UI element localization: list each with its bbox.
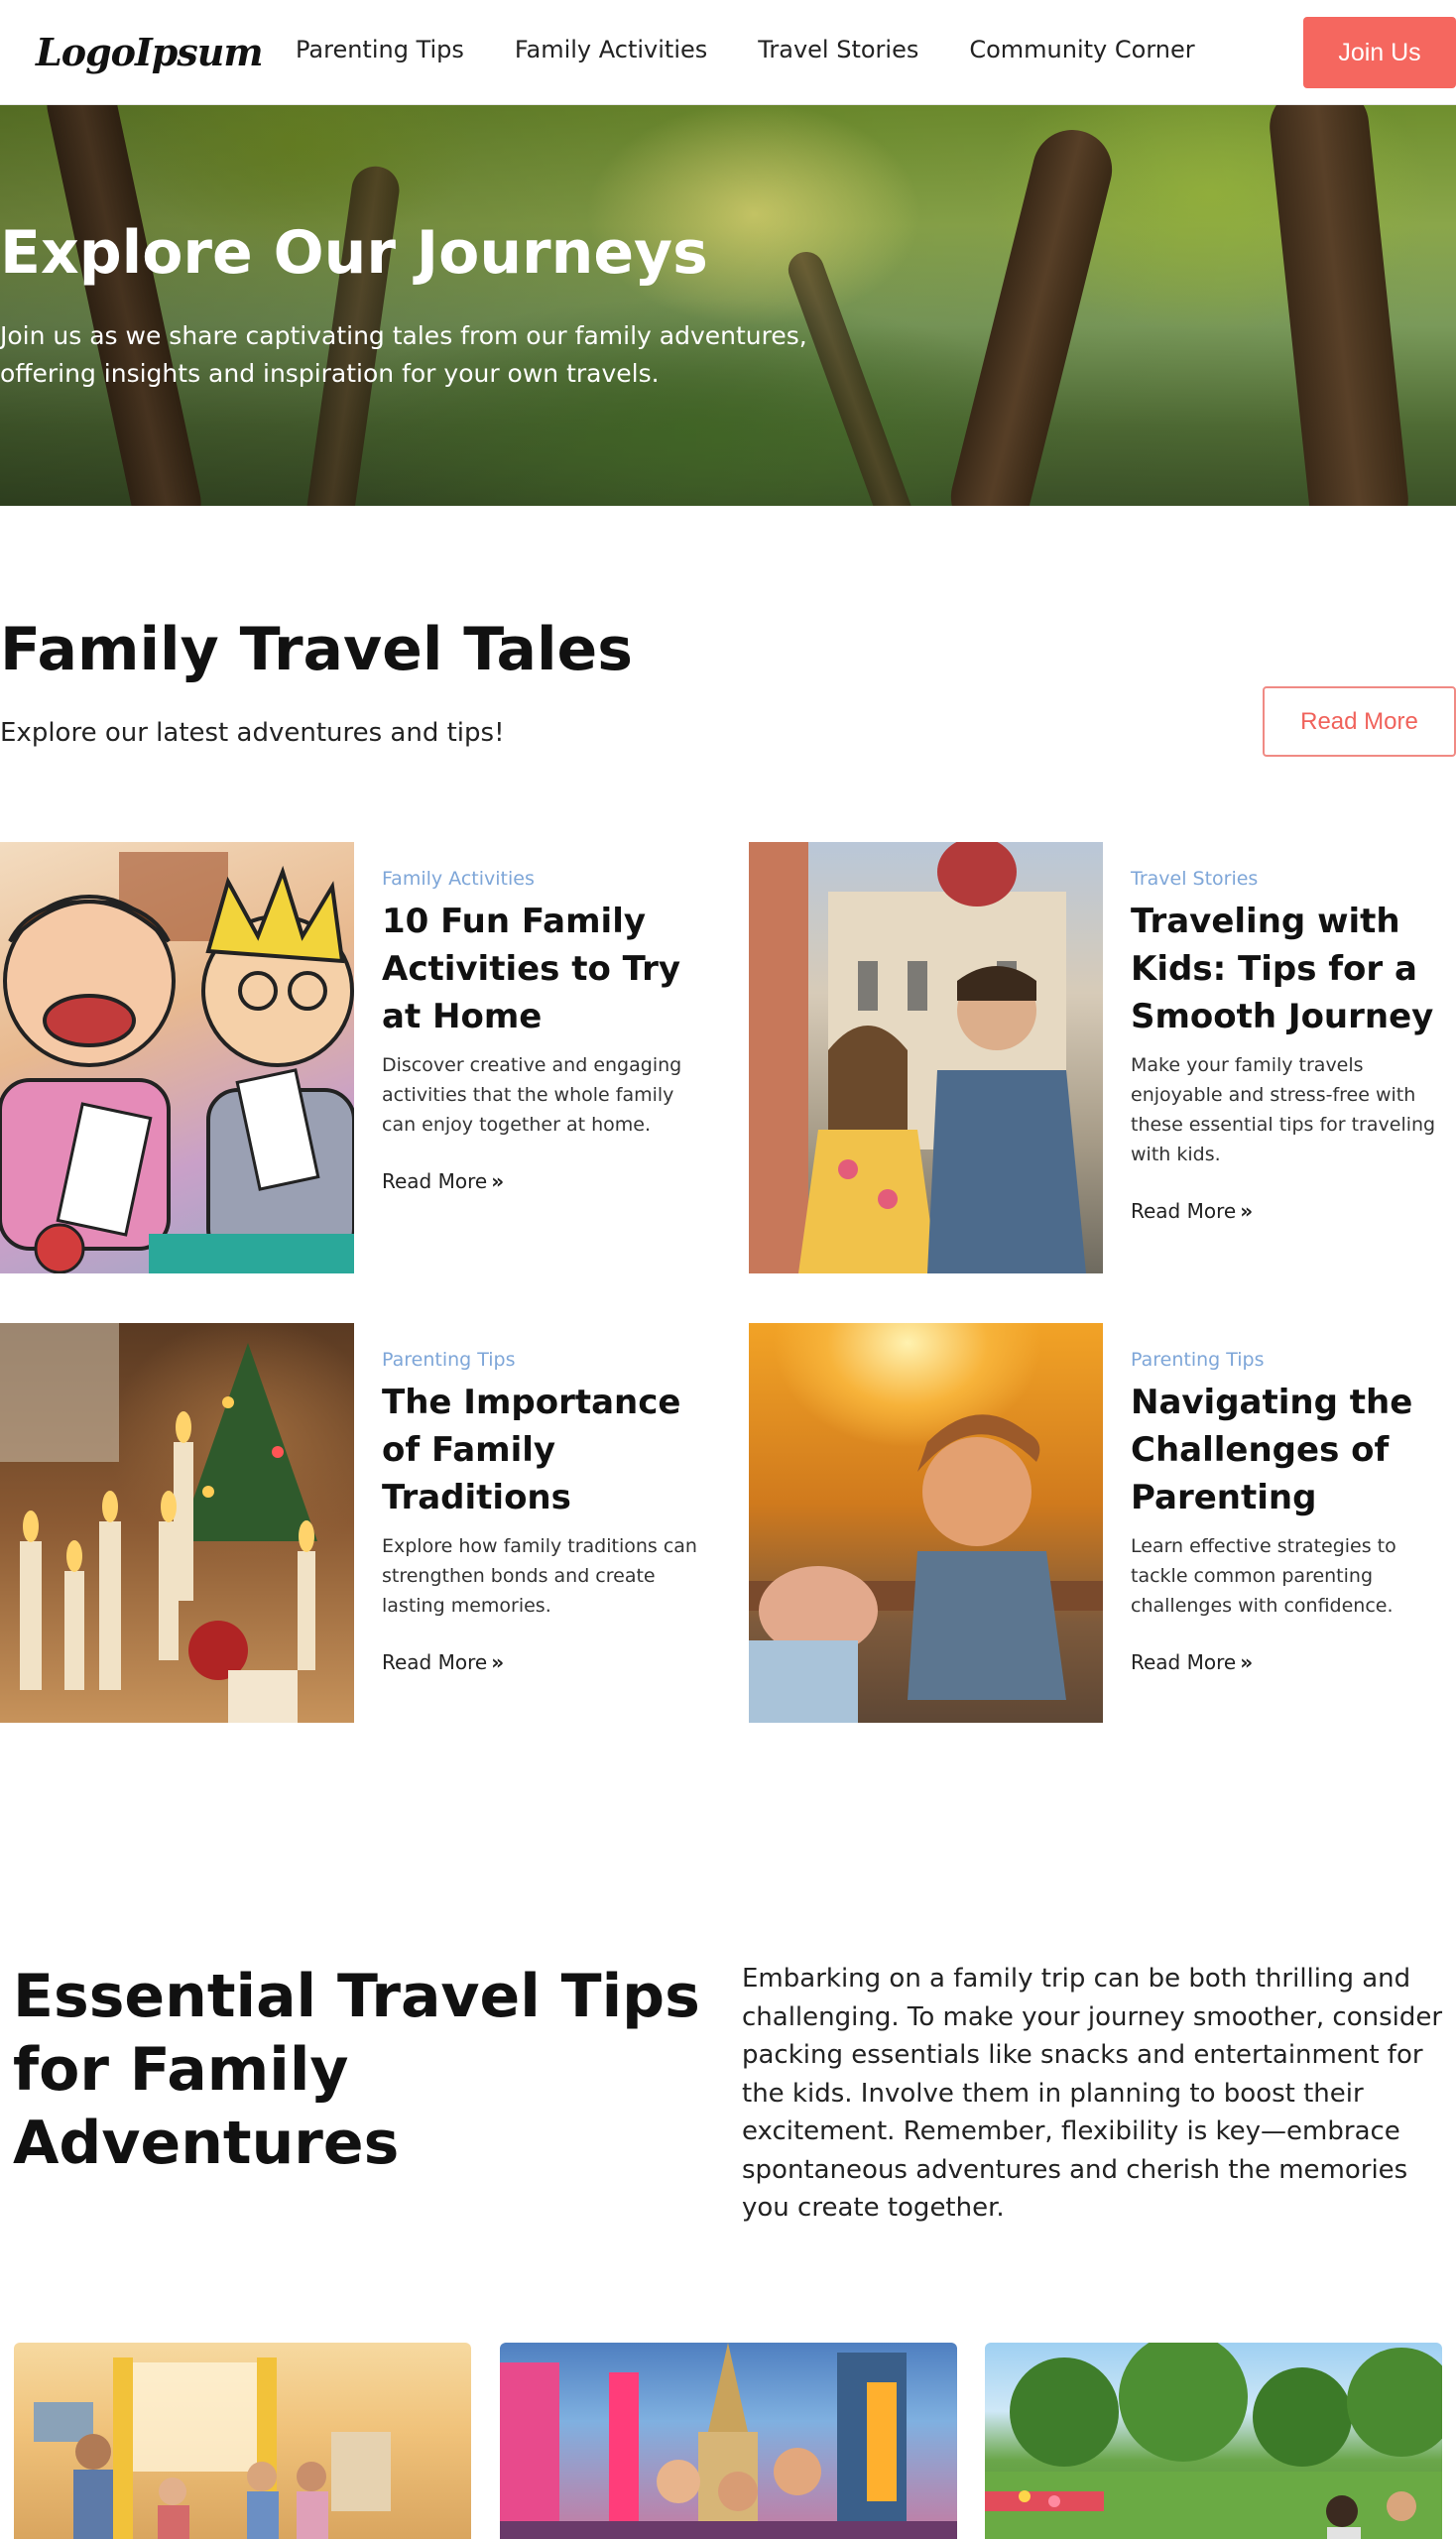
family-game-illustration-icon[interactable] xyxy=(0,842,354,1273)
card-read-more-link[interactable]: Read More» xyxy=(382,1169,709,1193)
child-sunset-photo-icon[interactable] xyxy=(749,1323,1103,1723)
city-travel-illustration-icon[interactable] xyxy=(500,2343,957,2539)
card-read-more-link[interactable]: Read More» xyxy=(1131,1199,1456,1223)
card-read-more-label[interactable]: Read More xyxy=(1131,1650,1236,1674)
card-body: Parenting Tips Navigating the Challenges… xyxy=(1131,1323,1456,1674)
site-logo[interactable]: LogoIpsum xyxy=(36,30,264,74)
nav-link-community-corner[interactable]: Community Corner xyxy=(969,36,1194,63)
card-body: Parenting Tips The Importance of Family … xyxy=(382,1323,709,1674)
nav-link-family-activities[interactable]: Family Activities xyxy=(515,36,707,63)
park-picnic-photo-icon[interactable] xyxy=(985,2343,1442,2539)
card-description: Learn effective strategies to tackle com… xyxy=(1131,1535,1396,1617)
hero-overlay xyxy=(0,105,1456,506)
site-header: LogoIpsum Parenting Tips Family Activiti… xyxy=(0,0,1456,105)
card-read-more-label[interactable]: Read More xyxy=(382,1650,487,1674)
read-more-button[interactable]: Read More xyxy=(1263,686,1456,757)
family-living-room-photo-icon[interactable] xyxy=(14,2343,471,2539)
card-description: Explore how family traditions can streng… xyxy=(382,1535,697,1617)
card-category[interactable]: Family Activities xyxy=(382,868,709,890)
tips-text: Embarking on a family trip can be both t… xyxy=(742,1964,1443,2223)
card-read-more-link[interactable]: Read More» xyxy=(382,1650,709,1674)
card-category[interactable]: Travel Stories xyxy=(1131,868,1456,890)
candles-photo-icon[interactable] xyxy=(0,1323,354,1723)
card-read-more-label[interactable]: Read More xyxy=(382,1169,487,1193)
card-read-more-label[interactable]: Read More xyxy=(1131,1199,1236,1223)
couple-city-photo-icon[interactable] xyxy=(749,842,1103,1273)
article-card[interactable]: Travel Stories Traveling with Kids: Tips… xyxy=(749,842,1456,1273)
card-description: Discover creative and engaging activitie… xyxy=(382,1054,682,1136)
nav-link-parenting-tips[interactable]: Parenting Tips xyxy=(296,36,464,63)
article-card[interactable]: Parenting Tips The Importance of Family … xyxy=(0,1323,714,1723)
double-chevron-right-icon: » xyxy=(491,1650,505,1674)
join-us-button[interactable]: Join Us xyxy=(1303,17,1456,88)
card-description: Make your family travels enjoyable and s… xyxy=(1131,1054,1436,1165)
double-chevron-right-icon: » xyxy=(491,1169,505,1193)
card-category[interactable]: Parenting Tips xyxy=(1131,1349,1456,1371)
card-title[interactable]: Navigating the Challenges of Parenting xyxy=(1131,1379,1456,1521)
card-read-more-link[interactable]: Read More» xyxy=(1131,1650,1456,1674)
main-nav: Parenting Tips Family Activities Travel … xyxy=(296,36,1195,63)
card-title[interactable]: Traveling with Kids: Tips for a Smooth J… xyxy=(1131,898,1456,1040)
card-title[interactable]: The Importance of Family Traditions xyxy=(382,1379,709,1521)
hero-subtitle: Join us as we share captivating tales fr… xyxy=(0,321,807,388)
tips-title: Essential Travel Tips for Family Adventu… xyxy=(13,1962,700,2178)
nav-link-travel-stories[interactable]: Travel Stories xyxy=(758,36,918,63)
section-title: Family Travel Tales xyxy=(0,615,633,684)
card-category[interactable]: Parenting Tips xyxy=(382,1349,709,1371)
article-card[interactable]: Parenting Tips Navigating the Challenges… xyxy=(749,1323,1456,1723)
hero-title: Explore Our Journeys xyxy=(0,218,708,288)
hero-banner: Explore Our Journeys Join us as we share… xyxy=(0,105,1456,506)
card-body: Family Activities 10 Fun Family Activiti… xyxy=(382,842,709,1193)
card-body: Travel Stories Traveling with Kids: Tips… xyxy=(1131,842,1456,1223)
article-card[interactable]: Family Activities 10 Fun Family Activiti… xyxy=(0,842,714,1273)
double-chevron-right-icon: » xyxy=(1240,1199,1254,1223)
section-subtitle: Explore our latest adventures and tips! xyxy=(0,718,505,748)
double-chevron-right-icon: » xyxy=(1240,1650,1254,1674)
card-title[interactable]: 10 Fun Family Activities to Try at Home xyxy=(382,898,709,1040)
